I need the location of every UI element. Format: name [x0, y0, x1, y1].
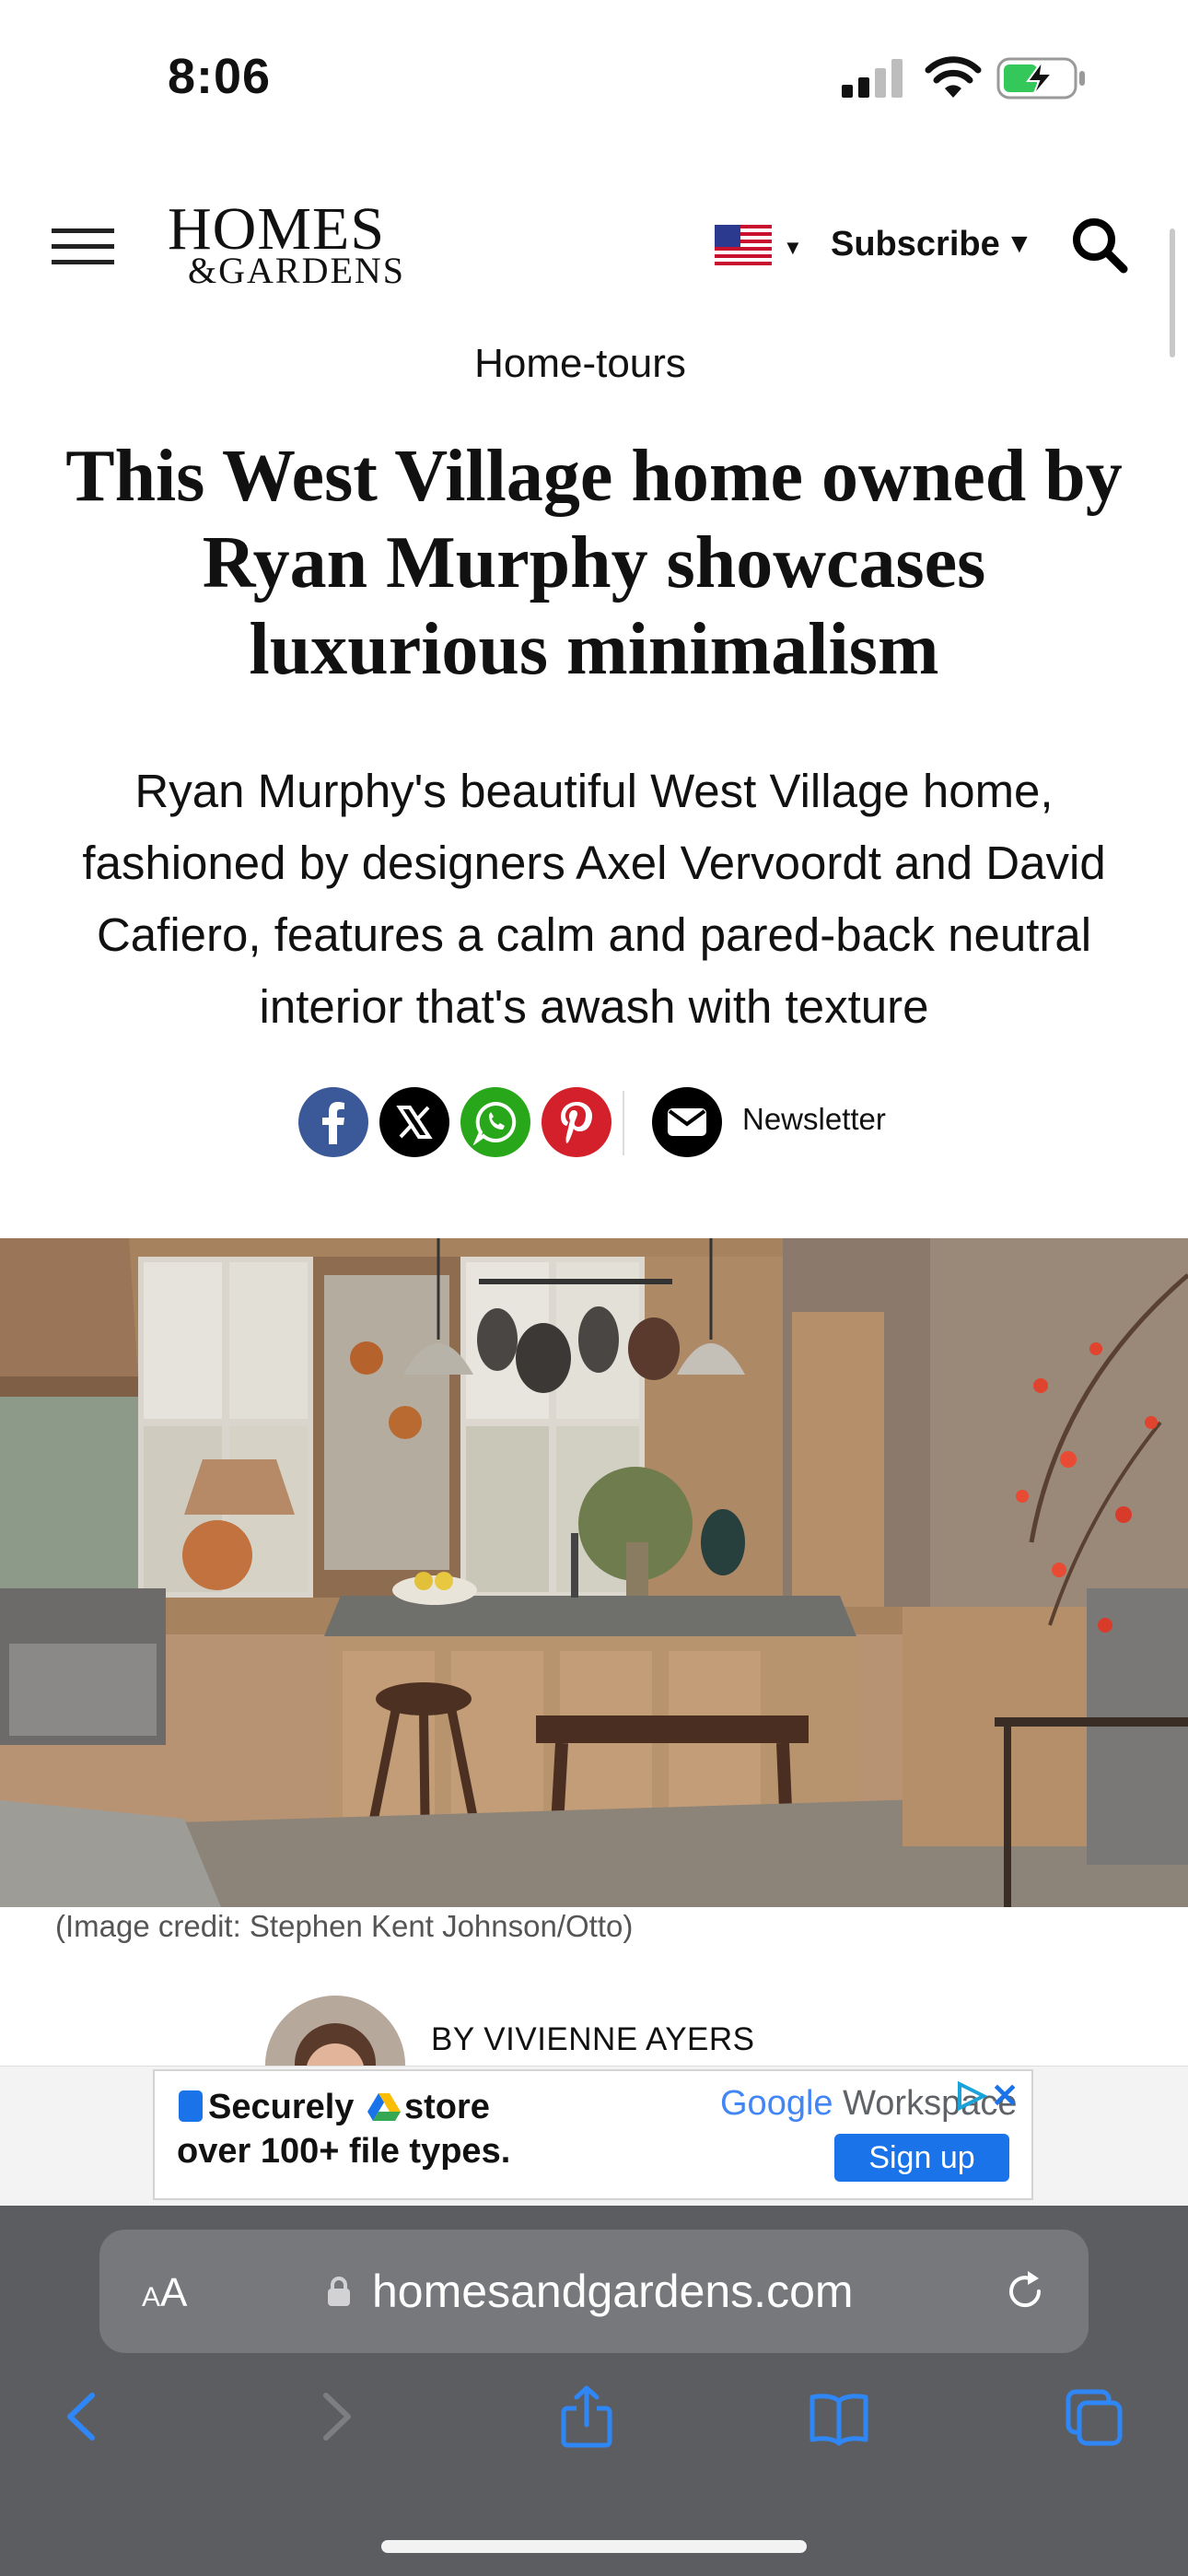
browser-toolbar: AA homesandgardens.com	[0, 2206, 1188, 2576]
ad-headline-line1: Securely store	[179, 2088, 490, 2127]
logo-gardens-text: &GARDENS	[188, 250, 406, 291]
url-text[interactable]: homesandgardens.com	[372, 2265, 854, 2318]
share-whatsapp-button[interactable]	[460, 1087, 530, 1157]
google-drive-icon	[367, 2093, 402, 2121]
x-icon	[396, 1106, 433, 1139]
text-size-button[interactable]: AA	[142, 2270, 187, 2316]
ad-close-icon[interactable]: ✕	[991, 2077, 1019, 2115]
back-icon[interactable]	[52, 2384, 112, 2449]
hero-kitchen-image	[0, 1238, 1188, 1907]
article-headline: This West Village home owned by Ryan Mur…	[65, 436, 1123, 690]
hamburger-menu-icon[interactable]	[52, 228, 114, 265]
site-logo[interactable]: HOMES &GARDENS	[168, 199, 453, 291]
forward-icon	[323, 2393, 351, 2441]
share-bar: Newsletter	[298, 1087, 915, 1159]
ad-headline-line2: over 100+ file types.	[177, 2132, 511, 2171]
lock-icon	[328, 2277, 350, 2306]
newsletter-link[interactable]: Newsletter	[742, 1102, 886, 1137]
share-icon[interactable]	[556, 2384, 617, 2449]
subscribe-button[interactable]: Subscribe	[831, 225, 1000, 264]
facebook-icon	[322, 1102, 344, 1144]
bookmarks-icon[interactable]	[809, 2384, 869, 2449]
article-standfirst: Ryan Murphy's beautiful West Village hom…	[82, 765, 1106, 1033]
share-x-button[interactable]	[379, 1087, 449, 1157]
ad-signup-button[interactable]: Sign up	[834, 2134, 1009, 2182]
mail-icon	[668, 1108, 706, 1136]
cellular-signal-icon	[842, 59, 903, 98]
scrollbar-thumb[interactable]	[1170, 228, 1175, 357]
tabs-icon[interactable]	[1065, 2384, 1125, 2449]
author-byline[interactable]: BY VIVIENNE AYERS	[431, 2021, 755, 2058]
ad-headline-prefix: Securely	[208, 2088, 355, 2126]
ad-brand-product: Workspace	[833, 2084, 1018, 2123]
battery-charging-icon	[996, 57, 1085, 100]
reload-icon[interactable]	[1002, 2268, 1048, 2314]
wifi-icon	[925, 56, 982, 98]
us-flag-icon[interactable]	[715, 225, 772, 265]
region-dropdown-caret-icon[interactable]: ▼	[783, 236, 803, 260]
ad-creative[interactable]: Securely store over 100+ file types. Goo…	[153, 2069, 1033, 2200]
share-facebook-button[interactable]	[298, 1087, 368, 1157]
ad-headline-suffix: store	[404, 2088, 490, 2126]
pinterest-icon	[561, 1102, 592, 1143]
subscribe-caret-icon[interactable]: ▼	[1006, 228, 1033, 260]
home-indicator[interactable]	[381, 2540, 807, 2553]
whatsapp-icon	[472, 1101, 517, 1145]
share-divider	[623, 1091, 624, 1155]
status-time: 8:06	[168, 49, 272, 104]
newsletter-mail-button[interactable]	[652, 1087, 722, 1157]
ad-brand-google: Google	[720, 2084, 833, 2123]
lock-icon	[179, 2090, 203, 2122]
search-icon[interactable]	[1070, 216, 1129, 275]
article-category[interactable]: Home-tours	[0, 341, 1160, 387]
adchoices-icon[interactable]	[952, 2080, 989, 2112]
image-credit: (Image credit: Stephen Kent Johnson/Otto…	[55, 1909, 634, 1943]
address-bar[interactable]: AA homesandgardens.com	[99, 2230, 1089, 2353]
share-pinterest-button[interactable]	[542, 1087, 611, 1157]
